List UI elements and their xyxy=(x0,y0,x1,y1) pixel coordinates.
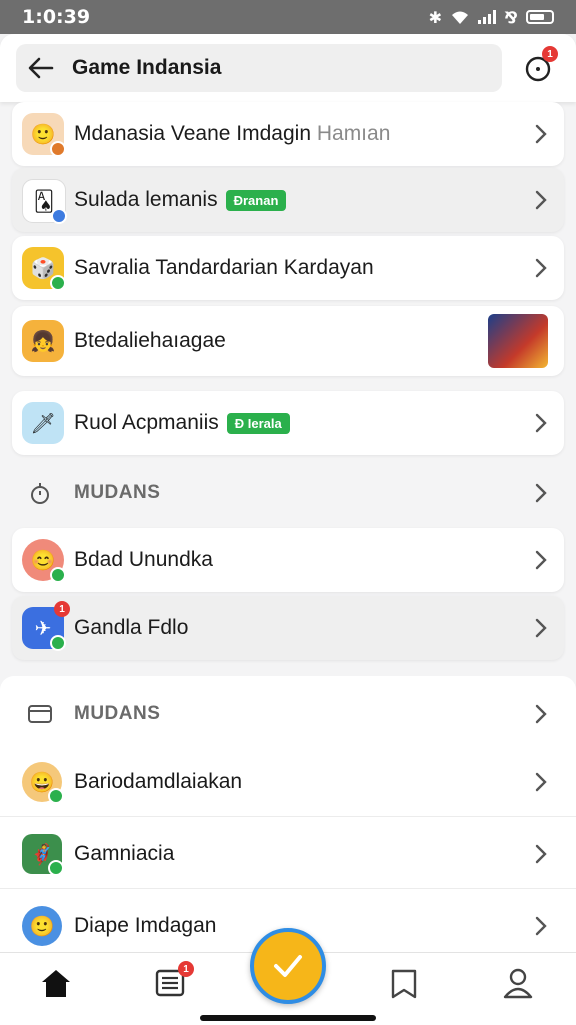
chevron-right-icon xyxy=(535,550,547,570)
check-button[interactable] xyxy=(250,928,326,1004)
avatar-blue-icon: 🙂 xyxy=(22,906,62,946)
section-title: MUDANS xyxy=(74,482,161,503)
sword-icon: 🗡 xyxy=(22,402,64,444)
list-item-label: Gandla Fdlo xyxy=(74,616,189,639)
list-item[interactable]: ✈ 1 Gandla Fdlo xyxy=(12,596,564,660)
chevron-right-icon xyxy=(535,844,547,864)
nav-list[interactable]: 1 xyxy=(152,961,194,1001)
list-item[interactable]: 🎲 Savralia Tandardarian Kardayan xyxy=(12,236,564,300)
battery-icon xyxy=(526,10,554,24)
chevron-right-icon xyxy=(535,772,547,792)
signal-icon xyxy=(478,10,497,24)
check-icon xyxy=(274,955,302,977)
game-card-icon: 🂡 xyxy=(22,179,67,224)
avatar-kid-icon: 😊 xyxy=(22,539,66,583)
list-item[interactable]: 🂡 Sulada lemanis Đranan xyxy=(12,168,564,232)
chevron-right-icon xyxy=(535,124,547,144)
list-item-label: Gamniacia xyxy=(74,842,175,865)
avatar-girl-icon: 👧 xyxy=(22,320,64,362)
list-item-suffix: Hamıan xyxy=(316,122,391,145)
page-title: Game Indansia xyxy=(72,56,222,79)
game-thumbnail[interactable] xyxy=(488,314,548,368)
list-item[interactable]: 😀 Bariodamdlaiakan xyxy=(0,750,576,817)
nav-profile[interactable] xyxy=(500,965,536,1001)
chevron-right-icon xyxy=(535,413,547,433)
list-item-label: Btedaliehaıagae xyxy=(74,329,226,352)
timer-icon xyxy=(31,483,49,504)
chevron-right-icon xyxy=(535,916,547,936)
data-icon: ⅋ xyxy=(504,7,518,27)
status-bar: 1:0:39 ✱ ⅋ xyxy=(0,0,576,34)
status-badge: Đranan xyxy=(225,189,287,211)
chevron-right-icon xyxy=(535,483,547,503)
status-badge: Ð Ierala xyxy=(226,412,290,434)
folder-icon xyxy=(28,705,52,723)
list-item-label: Bariodamdlaiakan xyxy=(74,770,243,793)
section-header[interactable]: MUDANS xyxy=(12,465,564,521)
notification-badge: 1 xyxy=(542,46,558,62)
book-icon xyxy=(391,969,417,999)
list-item-label: Diape Imdagan xyxy=(74,914,217,937)
list-item-label: Sulada lemanis xyxy=(74,188,218,211)
status-icons: ✱ ⅋ xyxy=(429,8,554,27)
avatar-boy-icon: 🙂 xyxy=(22,113,66,157)
title-bar: Game Indansia xyxy=(16,44,502,92)
back-button[interactable] xyxy=(16,44,66,92)
chevron-right-icon xyxy=(535,618,547,638)
list-item-label: Bdad Unundka xyxy=(74,548,213,571)
person-icon xyxy=(503,968,533,999)
list-item[interactable]: 🙂 Mdanasia Veane Imdagin Hamıan xyxy=(12,102,564,166)
arrow-left-icon xyxy=(28,57,54,79)
chevron-right-icon xyxy=(535,190,547,210)
home-indicator xyxy=(200,1015,376,1021)
app-header: Game Indansia 1 xyxy=(0,34,576,102)
list-item[interactable]: 👧 Btedaliehaıagae xyxy=(12,306,564,376)
section-header[interactable]: MUDANS xyxy=(12,686,564,742)
list-item-label: Savralia Tandardarian Kardayan xyxy=(74,256,374,279)
list-item[interactable]: 🦸 Gamniacia xyxy=(0,822,576,889)
nav-bookmarks[interactable] xyxy=(386,965,422,1001)
app-badge: 1 xyxy=(54,601,70,617)
chevron-right-icon xyxy=(535,704,547,724)
game-box-icon: 🎲 xyxy=(22,247,66,291)
maps-app-icon: ✈ 1 xyxy=(22,601,70,651)
section-title: MUDANS xyxy=(74,703,161,724)
notification-button[interactable]: 1 xyxy=(522,46,558,84)
nav-badge: 1 xyxy=(178,961,194,977)
list-item[interactable]: 🗡 Ruol Acpmaniis Ð Ierala xyxy=(12,391,564,455)
status-time: 1:0:39 xyxy=(22,6,91,28)
chevron-right-icon xyxy=(535,258,547,278)
avatar-smile-icon: 😀 xyxy=(22,762,64,804)
list-item-label: Ruol Acpmaniis xyxy=(74,411,219,434)
list-item[interactable]: 😊 Bdad Unundka xyxy=(12,528,564,592)
nav-home[interactable] xyxy=(38,965,74,1001)
home-icon xyxy=(42,970,70,997)
list-item-label: Mdanasia Veane Imdagin xyxy=(74,122,311,145)
bluetooth-icon: ✱ xyxy=(428,7,443,27)
game-hero-icon: 🦸 xyxy=(22,834,64,876)
wifi-icon xyxy=(452,11,469,24)
